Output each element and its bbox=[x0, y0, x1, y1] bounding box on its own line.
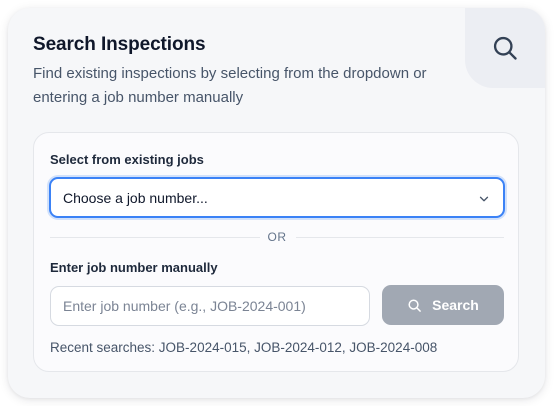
page-subtitle: Find existing inspections by selecting f… bbox=[33, 65, 427, 106]
search-panel: Select from existing jobs Choose a job n… bbox=[33, 132, 519, 372]
page-title: Search Inspections bbox=[33, 34, 206, 55]
search-inspections-card: Search Inspections Find existing inspect… bbox=[8, 8, 545, 398]
header-search-badge[interactable] bbox=[465, 8, 545, 88]
search-button-label: Search bbox=[432, 297, 479, 313]
manual-label: Enter job number manually bbox=[50, 260, 218, 275]
job-number-select[interactable]: Choose a job number... bbox=[49, 177, 505, 218]
search-icon bbox=[408, 298, 422, 312]
select-value: Choose a job number... bbox=[63, 190, 208, 206]
divider-line-right bbox=[296, 237, 504, 238]
search-button[interactable]: Search bbox=[382, 285, 504, 325]
search-icon bbox=[493, 36, 517, 60]
recent-searches: Recent searches: JOB-2024-015, JOB-2024-… bbox=[50, 340, 438, 355]
chevron-down-icon bbox=[479, 196, 489, 202]
job-number-input[interactable] bbox=[50, 286, 370, 326]
select-label: Select from existing jobs bbox=[50, 152, 204, 167]
